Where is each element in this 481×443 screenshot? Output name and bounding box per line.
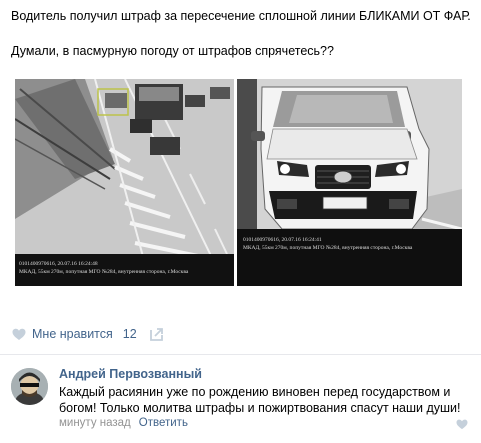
photo-stamp-line: 0101400970616, 20.07.16 16:24:48 <box>19 261 98 267</box>
heart-icon <box>12 328 26 340</box>
comment: Андрей Первозванный Каждый расиянин уже … <box>0 355 481 443</box>
comment-author[interactable]: Андрей Первозванный <box>59 367 202 381</box>
photo-stamp-line: МКАД, 55км 270м, попутная МГО №284, внут… <box>243 245 413 251</box>
photo-attachments: 0101400970616, 20.07.16 16:24:48 МКАД, 5… <box>15 79 462 286</box>
post-text-line: Думали, в пасмурную погоду от штрафов сп… <box>11 44 334 58</box>
comment-text: Каждый расиянин уже по рождению виновен … <box>59 385 461 415</box>
photo-stamp-line: 0101400970616, 20.07.16 16:24:41 <box>243 237 322 243</box>
heart-icon[interactable] <box>456 419 468 430</box>
comment-meta: минуту назад Ответить <box>59 417 188 429</box>
road-photo-image: 0101400970616, 20.07.16 16:24:48 МКАД, 5… <box>15 79 234 286</box>
like-count: 12 <box>122 327 137 341</box>
post-text-line: Водитель получил штраф за пересечение сп… <box>11 9 471 23</box>
photo-suv-closeup[interactable]: 0101400970616, 20.07.16 16:24:41 МКАД, 5… <box>237 79 462 286</box>
suv-photo-image: 0101400970616, 20.07.16 16:24:41 МКАД, 5… <box>237 79 462 286</box>
post-text: Водитель получил штраф за пересечение сп… <box>11 8 473 59</box>
like-button[interactable]: Мне нравится 12 <box>12 327 137 341</box>
photo-stamp-line: МКАД, 55км 270м, попутная МГО №284, внут… <box>19 269 189 275</box>
avatar-image <box>11 368 48 405</box>
photo-road-traffic[interactable]: 0101400970616, 20.07.16 16:24:48 МКАД, 5… <box>15 79 234 286</box>
wall-post: Водитель получил штраф за пересечение сп… <box>0 0 481 443</box>
post-actions: Мне нравится 12 <box>12 323 163 345</box>
share-icon[interactable] <box>149 327 163 341</box>
like-label: Мне нравится <box>32 327 113 341</box>
reply-link[interactable]: Ответить <box>139 417 188 429</box>
comment-time: минуту назад <box>59 417 131 429</box>
avatar[interactable] <box>11 368 48 405</box>
